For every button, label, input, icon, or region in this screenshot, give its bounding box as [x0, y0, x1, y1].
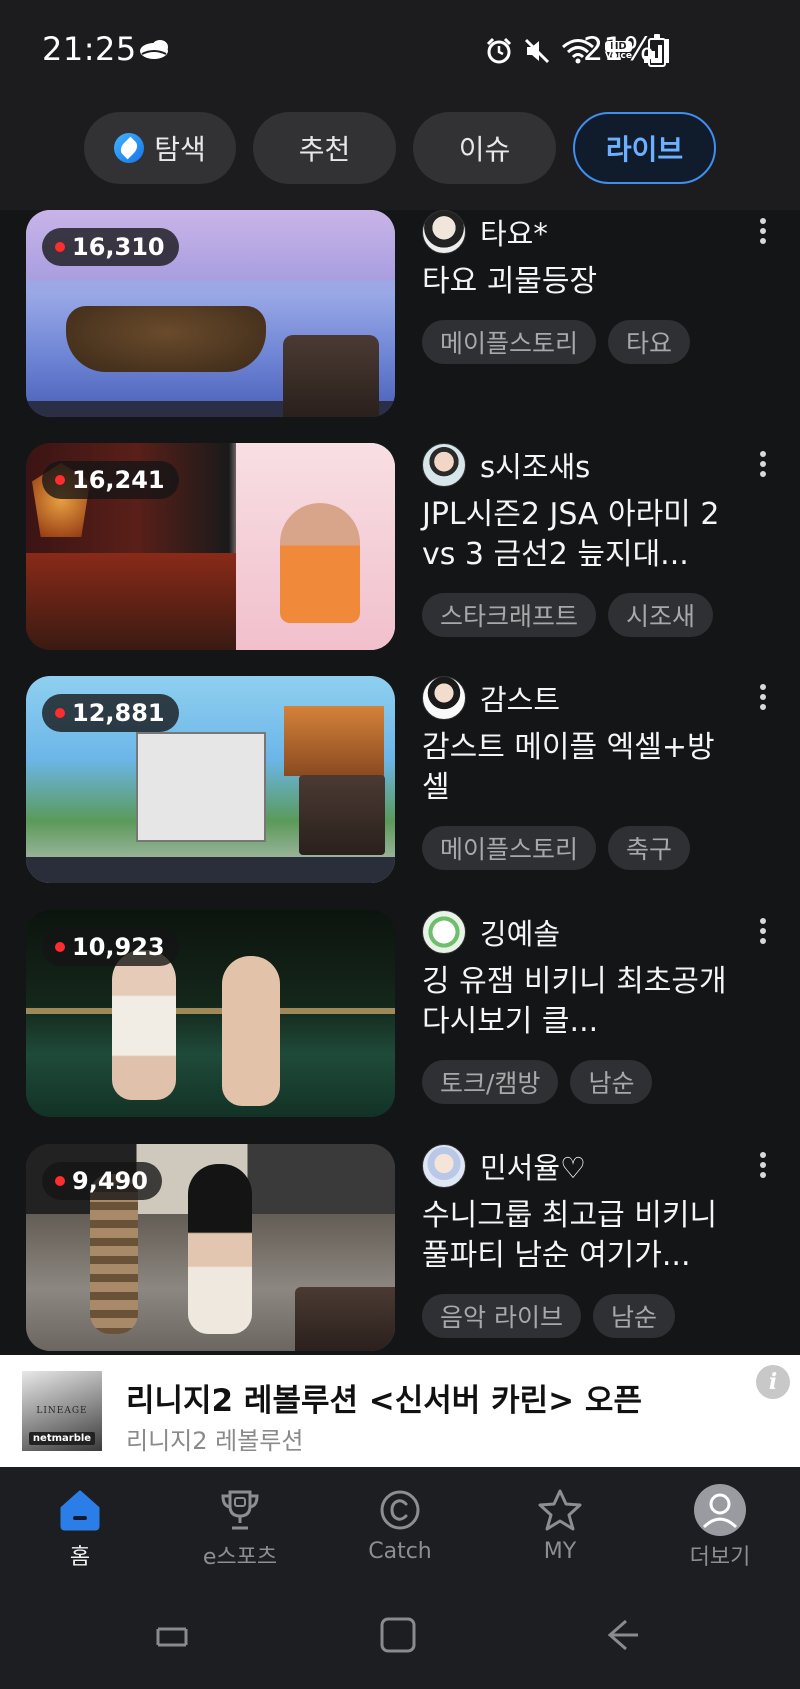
category-tag[interactable]: 음악 라이브	[422, 1294, 581, 1338]
channel-avatar[interactable]	[422, 1144, 466, 1188]
category-tag[interactable]: 남순	[570, 1060, 653, 1104]
nav-label: 더보기	[689, 1545, 751, 1570]
square-home-icon	[380, 1617, 416, 1653]
nav-catch[interactable]: Catch	[340, 1483, 460, 1564]
tab-label: 이슈	[458, 133, 511, 166]
info-icon[interactable]: i	[756, 1365, 790, 1399]
stream-card[interactable]: 16,241 s시조새s JPL시즌2 JSA 아라미 2 vs 3 금선2 늪…	[0, 443, 800, 653]
tab-label: 라이브	[605, 133, 684, 166]
category-tag[interactable]: 스타크래프트	[422, 593, 597, 637]
ad-title[interactable]: 리니지2 레볼루션 <신서버 카린> 오픈	[126, 1375, 642, 1420]
more-options-icon[interactable]	[758, 218, 768, 248]
viewer-count-badge: 10,923	[42, 928, 179, 966]
bottom-navigation: 홈 e스포츠 Catch MY 더보기	[0, 1467, 800, 1579]
stream-title[interactable]: 감스트 메이플 엑셀+방셀	[422, 728, 732, 808]
tab-label: 탐색	[154, 133, 206, 166]
recent-apps-icon	[156, 1627, 188, 1647]
more-options-icon[interactable]	[758, 451, 768, 481]
more-options-icon[interactable]	[758, 1152, 768, 1182]
channel-avatar[interactable]	[422, 443, 466, 487]
stream-thumbnail[interactable]: 9,490	[26, 1144, 395, 1351]
nav-label: MY	[543, 1539, 577, 1564]
trophy-icon	[221, 1490, 259, 1530]
stream-thumbnail[interactable]: 16,310	[26, 210, 395, 417]
channel-avatar[interactable]	[422, 676, 466, 720]
tab-live[interactable]: 라이브	[573, 112, 716, 184]
channel-avatar[interactable]	[422, 910, 466, 954]
stream-title[interactable]: 깅 유잼 비키니 최초공개 다시보기 클...	[422, 962, 732, 1042]
viewer-count-badge: 9,490	[42, 1162, 162, 1200]
ad-subtitle: 리니지2 레볼루션	[126, 1427, 304, 1455]
category-tag[interactable]: 남순	[592, 1294, 675, 1338]
category-tag[interactable]: 메이플스토리	[422, 826, 597, 870]
channel-name[interactable]: 감스트	[480, 677, 560, 719]
viewer-count-badge: 16,241	[42, 461, 179, 499]
tab-issues[interactable]: 이슈	[413, 112, 556, 184]
profile-icon	[694, 1484, 746, 1536]
category-tag[interactable]: 타요	[608, 320, 691, 364]
status-bar: 21:25 HD Voice 21%	[0, 0, 800, 100]
mute-icon	[524, 38, 549, 64]
star-icon	[538, 1489, 582, 1531]
stream-card[interactable]: 9,490 민서율♡ 수니그룹 최고급 비키니 풀파티 남순 여기가... 음악…	[0, 1144, 800, 1354]
category-tag[interactable]: 시조새	[608, 593, 714, 637]
home-icon	[60, 1490, 100, 1531]
more-options-icon[interactable]	[758, 684, 768, 714]
stream-card[interactable]: 16,310 타요* 타요 괴물등장 메이플스토리 타요	[0, 210, 800, 420]
nav-label: e스포츠	[202, 1545, 278, 1570]
channel-name[interactable]: 깅예솔	[480, 911, 560, 953]
weather-cloud-icon	[140, 40, 168, 59]
recent-apps-button[interactable]	[142, 1613, 202, 1657]
home-system-button[interactable]	[368, 1613, 428, 1657]
nav-more[interactable]: 더보기	[660, 1483, 780, 1571]
status-time: 21:25	[42, 30, 137, 68]
explore-leaf-icon	[114, 133, 145, 163]
streamer-webcam	[283, 335, 379, 417]
channel-name[interactable]: s시조새s	[480, 444, 590, 486]
category-tag[interactable]: 메이플스토리	[422, 320, 597, 364]
stream-thumbnail[interactable]: 10,923	[26, 910, 395, 1117]
battery-icon	[648, 34, 666, 67]
stream-title[interactable]: 타요 괴물등장	[422, 262, 732, 302]
alarm-icon	[486, 37, 511, 64]
catch-icon	[380, 1490, 420, 1530]
channel-name[interactable]: 민서율♡	[480, 1145, 586, 1187]
nav-esports[interactable]: e스포츠	[180, 1483, 300, 1571]
viewer-count-badge: 16,310	[42, 228, 179, 266]
stream-card[interactable]: 10,923 깅예솔 깅 유잼 비키니 최초공개 다시보기 클... 토크/캠방…	[0, 910, 800, 1120]
top-tabs: 탐색 추천 이슈 라이브	[0, 100, 800, 210]
tab-recommended[interactable]: 추천	[253, 112, 396, 184]
battery-percent: 21%	[583, 30, 655, 68]
category-tag[interactable]: 토크/캠방	[422, 1060, 559, 1104]
ad-game-logo: LINEAGE netmarble	[22, 1371, 102, 1451]
back-arrow-icon	[607, 1619, 638, 1651]
tab-explore[interactable]: 탐색	[84, 112, 236, 184]
viewer-count-badge: 12,881	[42, 694, 179, 732]
channel-name[interactable]: 타요*	[480, 211, 548, 253]
live-stream-feed: 16,310 타요* 타요 괴물등장 메이플스토리 타요 16,241 s시조새…	[0, 210, 800, 1355]
stream-title[interactable]: JPL시즌2 JSA 아라미 2 vs 3 금선2 늪지대...	[422, 495, 732, 575]
channel-avatar[interactable]	[422, 210, 466, 254]
ad-banner[interactable]: LINEAGE netmarble 리니지2 레볼루션 <신서버 카린> 오픈 …	[0, 1355, 800, 1467]
system-navigation	[0, 1579, 800, 1689]
nav-label: Catch	[368, 1539, 432, 1564]
category-tag[interactable]: 축구	[608, 826, 691, 870]
tab-label: 추천	[298, 133, 351, 166]
back-button[interactable]	[592, 1613, 652, 1657]
streamer-webcam	[295, 1287, 395, 1351]
more-options-icon[interactable]	[758, 918, 768, 948]
stream-thumbnail[interactable]: 16,241	[26, 443, 395, 650]
streamer-webcam	[299, 775, 385, 855]
stream-thumbnail[interactable]: 12,881	[26, 676, 395, 883]
nav-label: 홈	[69, 1545, 91, 1570]
nav-my[interactable]: MY	[500, 1483, 620, 1564]
stream-title[interactable]: 수니그룹 최고급 비키니 풀파티 남순 여기가...	[422, 1196, 732, 1276]
nav-home[interactable]: 홈	[20, 1483, 140, 1571]
stream-card[interactable]: 12,881 감스트 감스트 메이플 엑셀+방셀 메이플스토리 축구	[0, 676, 800, 886]
